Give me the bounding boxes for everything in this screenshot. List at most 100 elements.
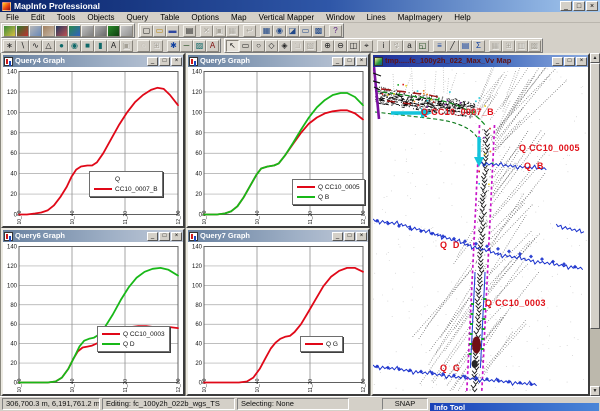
- show-theme-legend-icon[interactable]: ▤: [459, 40, 472, 52]
- vm-show-hide-grid-icon[interactable]: [107, 25, 120, 37]
- menu-item-query[interactable]: Query: [121, 12, 155, 22]
- change-view-icon[interactable]: ◫: [347, 40, 360, 52]
- minimize-button[interactable]: _: [552, 57, 563, 66]
- menu-item-options[interactable]: Options: [185, 12, 225, 22]
- scrollbar-thumb[interactable]: [590, 63, 600, 329]
- district-browser-icon[interactable]: ▥: [515, 40, 528, 52]
- vm-point-inspection-icon[interactable]: [29, 25, 42, 37]
- polygon-select-tool-icon[interactable]: ◇: [265, 40, 278, 52]
- scroll-up-icon[interactable]: ▲: [590, 53, 600, 63]
- rectangle-tool-icon[interactable]: ■: [81, 40, 94, 52]
- undo-icon[interactable]: ↩: [243, 25, 256, 37]
- maximize-button[interactable]: □: [159, 232, 170, 241]
- ruler-tool-icon[interactable]: ╱: [446, 40, 459, 52]
- maximize-button[interactable]: □: [344, 232, 355, 241]
- ellipse-tool-icon[interactable]: ●: [55, 40, 68, 52]
- vm-grid-view-icon[interactable]: [68, 25, 81, 37]
- info-tool-icon[interactable]: i: [377, 40, 390, 52]
- save-table-icon[interactable]: ▬: [166, 25, 179, 37]
- minimize-button[interactable]: _: [332, 232, 343, 241]
- region-style-icon[interactable]: ▨: [193, 40, 206, 52]
- menu-item-file[interactable]: File: [0, 12, 25, 22]
- minimize-button[interactable]: _: [147, 57, 158, 66]
- polyline-tool-icon[interactable]: ∿: [29, 40, 42, 52]
- layer-control-icon[interactable]: ≡: [433, 40, 446, 52]
- menu-item-vertical-mapper[interactable]: Vertical Mapper: [253, 12, 321, 22]
- print-icon[interactable]: ▤: [183, 25, 196, 37]
- new-mapper-icon[interactable]: ◉: [273, 25, 286, 37]
- scroll-down-icon[interactable]: ▼: [590, 386, 600, 396]
- map-canvas-area[interactable]: Q CC10_0007_BQ CC10_0005Q BQ DQ CC10_000…: [373, 67, 588, 394]
- line-tool-icon[interactable]: ∖: [16, 40, 29, 52]
- marquee-select-tool-icon[interactable]: ▭: [239, 40, 252, 52]
- zoom-in-tool-icon[interactable]: ⊕: [321, 40, 334, 52]
- minimize-button[interactable]: _: [332, 57, 343, 66]
- close-button[interactable]: ×: [356, 232, 367, 241]
- menu-item-table[interactable]: Table: [154, 12, 185, 22]
- maximize-button[interactable]: □: [564, 57, 575, 66]
- copy-icon[interactable]: ▣: [213, 25, 226, 37]
- app-minimize-button[interactable]: _: [560, 1, 572, 11]
- new-browser-icon[interactable]: ▦: [260, 25, 273, 37]
- graph-window-titlebar[interactable]: Query4 Graph _ □ ×: [3, 55, 183, 67]
- menu-item-help[interactable]: Help: [448, 12, 476, 22]
- maximize-button[interactable]: □: [344, 57, 355, 66]
- status-snap-toggle[interactable]: SNAP: [382, 398, 428, 410]
- zoom-out-tool-icon[interactable]: ⊖: [334, 40, 347, 52]
- app-titlebar[interactable]: MapInfo Professional _ □ ×: [0, 0, 600, 12]
- vm-grid-create-icon[interactable]: [3, 25, 16, 37]
- text-style-icon[interactable]: A: [206, 40, 219, 52]
- unselect-all-icon[interactable]: □: [291, 40, 304, 52]
- hotlink-tool-icon[interactable]: ↯: [390, 40, 403, 52]
- circle-tool-icon[interactable]: ◉: [68, 40, 81, 52]
- close-button[interactable]: ×: [356, 57, 367, 66]
- menu-item-map[interactable]: Map: [225, 12, 253, 22]
- text-tool-icon[interactable]: A: [107, 40, 120, 52]
- menu-item-tools[interactable]: Tools: [51, 12, 82, 22]
- symbol-style-icon[interactable]: ✱: [167, 40, 180, 52]
- symbol-tool-icon[interactable]: ∗: [3, 40, 16, 52]
- maximize-button[interactable]: □: [159, 57, 170, 66]
- menu-item-mapimagery[interactable]: MapImagery: [392, 12, 448, 22]
- new-layout-icon[interactable]: ▭: [299, 25, 312, 37]
- line-style-icon[interactable]: ─: [180, 40, 193, 52]
- vm-grid-info-icon[interactable]: [120, 25, 133, 37]
- set-target-district-icon[interactable]: ▦: [489, 40, 502, 52]
- vm-grid-translate-icon[interactable]: [94, 25, 107, 37]
- drag-map-window-icon[interactable]: ◱: [416, 40, 429, 52]
- close-button[interactable]: ×: [171, 57, 182, 66]
- graph-window-titlebar[interactable]: Query7 Graph _ □ ×: [188, 230, 368, 242]
- reshape-tool-icon[interactable]: ◌: [137, 40, 150, 52]
- rounded-rectangle-tool-icon[interactable]: ▮: [94, 40, 107, 52]
- cut-icon[interactable]: ✕: [200, 25, 213, 37]
- new-redistricter-icon[interactable]: ▩: [312, 25, 325, 37]
- new-grapher-icon[interactable]: ◪: [286, 25, 299, 37]
- app-close-button[interactable]: ×: [586, 1, 598, 11]
- vm-region-inspection-icon[interactable]: [42, 25, 55, 37]
- app-maximize-button[interactable]: □: [573, 1, 585, 11]
- info-tool-window[interactable]: Info Tool: [429, 402, 600, 411]
- frame-tool-icon[interactable]: ▣: [120, 40, 133, 52]
- clip-region-icon[interactable]: ▩: [528, 40, 541, 52]
- select-tool-icon[interactable]: ↖: [226, 40, 239, 52]
- paste-icon[interactable]: ▦: [226, 25, 239, 37]
- grabber-tool-icon[interactable]: ⌖: [360, 40, 373, 52]
- statistics-icon[interactable]: Σ: [472, 40, 485, 52]
- close-button[interactable]: ×: [576, 57, 587, 66]
- vertical-scrollbar[interactable]: ▲ ▼: [590, 53, 600, 396]
- vm-grid-trim-icon[interactable]: [81, 25, 94, 37]
- vm-cross-section-icon[interactable]: [55, 25, 68, 37]
- add-to-district-icon[interactable]: ⊞: [502, 40, 515, 52]
- polygon-tool-icon[interactable]: △: [42, 40, 55, 52]
- menu-item-edit[interactable]: Edit: [25, 12, 51, 22]
- boundary-select-tool-icon[interactable]: ◈: [278, 40, 291, 52]
- vm-grid-manager-icon[interactable]: [16, 25, 29, 37]
- help-icon[interactable]: ?: [329, 25, 342, 37]
- open-table-icon[interactable]: ▭: [153, 25, 166, 37]
- graph-window-titlebar[interactable]: Query5 Graph _ □ ×: [188, 55, 368, 67]
- map-window-titlebar[interactable]: tmp.....fc_100y2h_022_Max_Vv Map _ □ ×: [373, 55, 588, 67]
- menu-item-objects[interactable]: Objects: [81, 12, 120, 22]
- new-table-icon[interactable]: ▢: [140, 25, 153, 37]
- graph-select-tool-icon[interactable]: ▧: [304, 40, 317, 52]
- radius-select-tool-icon[interactable]: ○: [252, 40, 265, 52]
